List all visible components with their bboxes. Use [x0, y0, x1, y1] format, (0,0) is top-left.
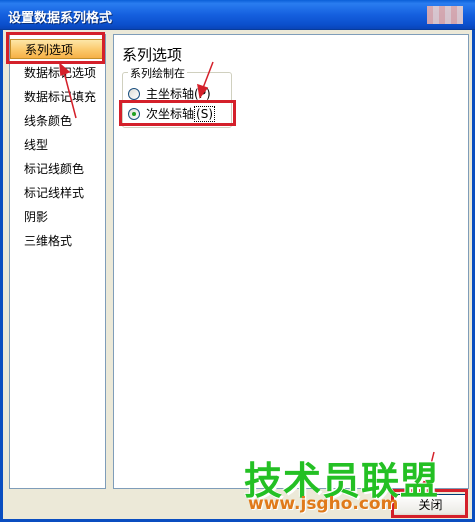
- arrow-annotation-icon: [59, 61, 435, 495]
